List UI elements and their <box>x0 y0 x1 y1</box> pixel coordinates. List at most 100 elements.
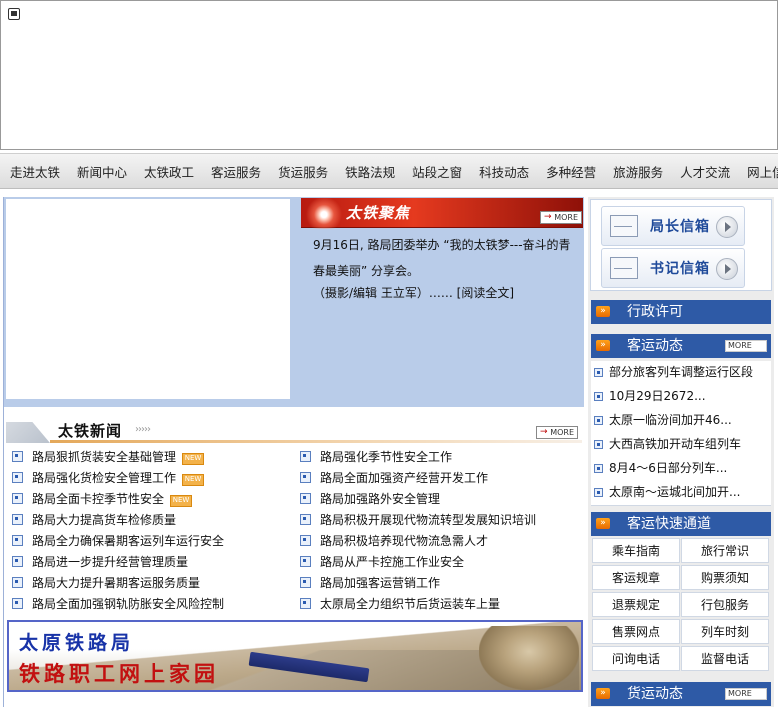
secretary-mailbox-button[interactable]: 书记信箱 <box>601 248 745 288</box>
list-bullet-icon <box>594 392 603 401</box>
admin-permit-title: 行政许可 <box>627 304 683 320</box>
quick-channel-link[interactable]: 问询电话 <box>592 646 680 671</box>
double-arrow-icon: » <box>596 688 610 699</box>
list-bullet-icon <box>12 514 23 525</box>
nav-item[interactable]: 铁路法规 <box>337 162 403 181</box>
nav-item[interactable]: 旅游服务 <box>605 162 671 181</box>
double-arrow-icon: » <box>596 340 610 351</box>
news-item[interactable]: 路局积极开展现代物流转型发展知识培训 <box>300 510 536 530</box>
passenger-news-text: 8月4～6日部分列车... <box>609 461 728 475</box>
news-item-text: 路局大力提高货车检修质量 <box>32 513 177 527</box>
news-item-text: 路局强化季节性安全工作 <box>320 450 453 464</box>
list-bullet-icon <box>12 451 23 462</box>
passenger-news-item[interactable]: 太原一临汾间加开46... <box>591 409 771 434</box>
nav-item[interactable]: 太铁政工 <box>136 162 202 181</box>
quick-channel-link[interactable]: 旅行常识 <box>681 538 769 563</box>
news-item-text: 路局积极开展现代物流转型发展知识培训 <box>320 513 537 527</box>
news-title-arrows: ››››› <box>135 424 151 435</box>
director-mailbox-button[interactable]: 局长信箱 <box>601 206 745 246</box>
news-item[interactable]: 路局加强客运营销工作 <box>300 573 440 593</box>
quick-channel-link[interactable]: 乘车指南 <box>592 538 680 563</box>
quick-channel-link[interactable]: 购票须知 <box>681 565 769 590</box>
nav-item[interactable]: 科技动态 <box>471 162 537 181</box>
news-item[interactable]: 路局加强路外安全管理 <box>300 489 440 509</box>
news-item[interactable]: 路局大力提升暑期客运服务质量 <box>12 573 200 593</box>
passenger-news-text: 太原南～运城北间加开... <box>609 485 741 499</box>
news-item[interactable]: 路局积极培养现代物流急需人才 <box>300 531 488 551</box>
passenger-news-more-button[interactable]: MORE <box>725 340 767 352</box>
news-item[interactable]: 太原局全力组织节后货运装车上量 <box>300 594 500 614</box>
quick-channel-title: 客运快速通道 <box>627 516 711 532</box>
nav-item[interactable]: 新闻中心 <box>69 162 135 181</box>
admin-permit-bar[interactable]: » 行政许可 <box>591 300 771 324</box>
list-bullet-icon <box>594 416 603 425</box>
news-item-text: 路局全面卡控季节性安全 <box>32 492 165 506</box>
mailbox-label: 书记信箱 <box>650 261 710 277</box>
passenger-news-item[interactable]: 大西高铁加开动车组列车 <box>591 433 771 458</box>
news-more-button[interactable]: MORE <box>536 426 578 439</box>
staff-home-banner[interactable]: 太原铁路局 铁路职工网上家园 <box>7 620 583 692</box>
news-item-text: 路局加强客运营销工作 <box>320 576 441 590</box>
list-bullet-icon <box>300 598 311 609</box>
news-item-text: 路局加强路外安全管理 <box>320 492 441 506</box>
freight-news-more-button[interactable]: MORE <box>725 688 767 700</box>
header-banner <box>0 0 778 150</box>
quick-channel-link[interactable]: 退票规定 <box>592 592 680 617</box>
nav-item[interactable]: 货运服务 <box>270 162 336 181</box>
news-item-text: 路局大力提升暑期客运服务质量 <box>32 576 201 590</box>
quick-channel-link[interactable]: 售票网点 <box>592 619 680 644</box>
quick-channel-link[interactable]: 监督电话 <box>681 646 769 671</box>
news-item-text: 路局进一步提升经营管理质量 <box>32 555 189 569</box>
passenger-news-item[interactable]: 10月29日2672... <box>591 385 771 410</box>
news-item[interactable]: 路局强化货检安全管理工作 NEW <box>12 468 205 488</box>
news-item[interactable]: 路局全力确保暑期客运列车运行安全 <box>12 531 224 551</box>
passenger-news-item[interactable]: 太原南～运城北间加开... <box>591 481 771 506</box>
news-item[interactable]: 路局进一步提升经营管理质量 <box>12 552 188 572</box>
list-bullet-icon <box>12 598 23 609</box>
new-badge-icon: NEW <box>182 453 205 465</box>
news-item-text: 路局狠抓货装安全基础管理 <box>32 450 177 464</box>
nav-item[interactable]: 走进太铁 <box>2 162 68 181</box>
quick-channel-header: » 客运快速通道 <box>591 512 771 536</box>
arrow-right-icon <box>716 216 738 238</box>
list-bullet-icon <box>12 472 23 483</box>
list-bullet-icon <box>12 535 23 546</box>
passenger-news-text: 大西高铁加开动车组列车 <box>609 437 742 451</box>
list-bullet-icon <box>300 514 311 525</box>
news-item[interactable]: 路局大力提高货车检修质量 <box>12 510 176 530</box>
nav-item[interactable]: 站段之窗 <box>404 162 470 181</box>
news-item-text: 路局全面加强钢轨防胀安全风险控制 <box>32 597 225 611</box>
passenger-news-item[interactable]: 部分旅客列车调整运行区段 <box>591 361 771 386</box>
nav-item[interactable]: 网上信访 <box>739 162 778 181</box>
new-badge-icon: NEW <box>170 495 193 507</box>
nav-item[interactable]: 多种经营 <box>538 162 604 181</box>
nav-item[interactable]: 客运服务 <box>203 162 269 181</box>
news-item[interactable]: 路局强化季节性安全工作 <box>300 447 452 467</box>
news-item[interactable]: 路局从严卡控施工作业安全 <box>300 552 464 572</box>
list-bullet-icon <box>300 493 311 504</box>
passenger-news-title: 客运动态 <box>627 338 683 354</box>
news-item-text: 路局积极培养现代物流急需人才 <box>320 534 489 548</box>
passenger-news-item[interactable]: 8月4～6日部分列车... <box>591 457 771 482</box>
focus-credit[interactable]: （摄影/编辑 王立军）…… [阅读全文] <box>313 284 575 301</box>
news-item[interactable]: 路局狠抓货装安全基础管理 NEW <box>12 447 205 467</box>
double-arrow-icon: » <box>596 518 610 529</box>
news-item[interactable]: 路局全面卡控季节性安全 NEW <box>12 489 193 509</box>
passenger-news-text: 部分旅客列车调整运行区段 <box>609 365 754 379</box>
nav-item[interactable]: 人才交流 <box>672 162 738 181</box>
light-burst-icon <box>302 197 346 229</box>
list-bullet-icon <box>300 556 311 567</box>
focus-more-button[interactable]: MORE <box>540 211 582 224</box>
list-bullet-icon <box>300 451 311 462</box>
list-bullet-icon <box>594 368 603 377</box>
news-item[interactable]: 路局全面加强钢轨防胀安全风险控制 <box>12 594 224 614</box>
quick-channel-link[interactable]: 客运规章 <box>592 565 680 590</box>
quick-channel-link[interactable]: 行包服务 <box>681 592 769 617</box>
focus-text[interactable]: 9月16日, 路局团委举办 “我的太铁梦---奋斗的青春最美丽” 分享会。 <box>313 232 575 284</box>
focus-image-placeholder[interactable] <box>6 199 290 399</box>
list-bullet-icon <box>300 472 311 483</box>
news-item[interactable]: 路局全面加强资产经营开发工作 <box>300 468 488 488</box>
list-bullet-icon <box>594 464 603 473</box>
quick-channel-link[interactable]: 列车时刻 <box>681 619 769 644</box>
freight-news-header: » 货运动态 MORE <box>591 682 771 706</box>
